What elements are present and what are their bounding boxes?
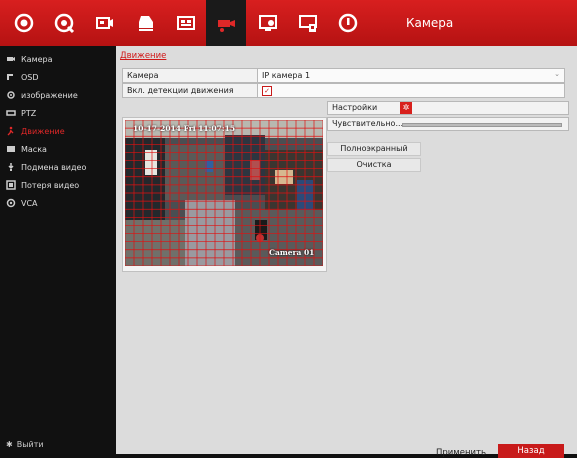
settings-gear-button[interactable]: ✲ [400, 102, 412, 114]
sidebar-item-label: изображение [21, 90, 78, 100]
system-icon[interactable] [250, 0, 286, 46]
motion-enable-row: Вкл. детекции движения ✓ [122, 83, 565, 98]
sidebar-item-osd[interactable]: OSD [6, 70, 39, 84]
camera-select-value: IP камера 1 [262, 71, 311, 80]
osd-icon [6, 72, 16, 82]
image-icon [6, 90, 16, 100]
hdd-icon[interactable] [168, 0, 204, 46]
motion-enable-checkbox[interactable]: ✓ [262, 86, 272, 96]
playback-icon[interactable] [46, 0, 82, 46]
sidebar-item-mask[interactable]: Маска [6, 142, 47, 156]
sidebar-item-ptz[interactable]: PTZ [6, 106, 36, 120]
page-title: Камера [406, 16, 454, 30]
main-content: Движение Камера IP камера 1 ⌄ Вкл. детек… [116, 46, 577, 458]
sidebar-item-motion[interactable]: Движение [6, 124, 65, 138]
logout-button[interactable]: ✱ Выйти [6, 440, 44, 449]
motion-enable-cell: ✓ [257, 84, 564, 97]
sidebar-item-vca[interactable]: VCA [6, 196, 38, 210]
sidebar-item-label: Движение [21, 126, 65, 136]
camera-icon [6, 54, 16, 64]
sidebar-item-label: Камера [21, 54, 53, 64]
settings-row: Настройки ✲ [327, 101, 569, 115]
maintenance-icon[interactable] [290, 0, 326, 46]
mask-icon [6, 144, 16, 154]
sidebar-item-label: Маска [21, 144, 47, 154]
chevron-down-icon: ⌄ [554, 70, 560, 78]
video-osd-name: Camera 01 [269, 248, 315, 257]
camera-mgmt-icon[interactable] [86, 0, 122, 46]
sidebar-item-label: VCA [21, 198, 38, 208]
sensitivity-row: Чувствительно... [327, 117, 569, 131]
video-loss-icon [6, 180, 16, 190]
sidebar-item-label: OSD [21, 72, 39, 82]
motion-icon [6, 126, 16, 136]
sensitivity-label: Чувствительно... [332, 119, 404, 128]
camera-settings-icon[interactable] [206, 0, 246, 46]
sidebar-item-label: Потеря видео [21, 180, 80, 190]
camera-select-row: Камера IP камера 1 ⌄ [122, 68, 565, 83]
back-button[interactable]: Назад [498, 444, 564, 458]
sidebar-item-video-loss[interactable]: Потеря видео [6, 178, 79, 192]
apply-button[interactable]: Применить [436, 448, 486, 458]
sidebar-item-camera[interactable]: Камера [6, 52, 53, 66]
settings-label: Настройки [332, 103, 378, 112]
live-view-icon[interactable] [6, 0, 42, 46]
camera-select[interactable]: IP камера 1 ⌄ [257, 69, 564, 82]
motion-grid-overlay [125, 120, 323, 266]
top-toolbar: Камера [0, 0, 577, 46]
breadcrumb: Движение [120, 51, 167, 61]
camera-label: Камера [127, 71, 159, 80]
sidebar: Камера OSD изображение PTZ Движение Маск… [0, 46, 116, 454]
logout-label: Выйти [16, 440, 44, 449]
motion-enable-label: Вкл. детекции движения [127, 86, 234, 95]
fullscreen-button[interactable]: Полноэкранный [327, 142, 421, 156]
sidebar-item-image[interactable]: изображение [6, 88, 78, 102]
sensitivity-slider[interactable] [402, 123, 562, 127]
record-icon[interactable] [128, 0, 164, 46]
sidebar-item-tamper[interactable]: Подмена видео [6, 160, 86, 174]
video-osd-time: 10-17-2014 Fri 11:07:15 [133, 124, 236, 133]
sidebar-item-label: PTZ [21, 108, 37, 118]
shutdown-icon[interactable] [330, 0, 366, 46]
sidebar-item-label: Подмена видео [21, 162, 87, 172]
motion-area-grid[interactable]: 10-17-2014 Fri 11:07:15 Camera 01 [125, 120, 323, 266]
ptz-icon [6, 108, 16, 118]
vca-icon [6, 198, 16, 208]
video-preview-frame: 10-17-2014 Fri 11:07:15 Camera 01 [122, 117, 327, 272]
clear-button[interactable]: Очистка [327, 158, 421, 172]
logout-icon: ✱ [6, 440, 13, 449]
tamper-icon [6, 162, 16, 172]
